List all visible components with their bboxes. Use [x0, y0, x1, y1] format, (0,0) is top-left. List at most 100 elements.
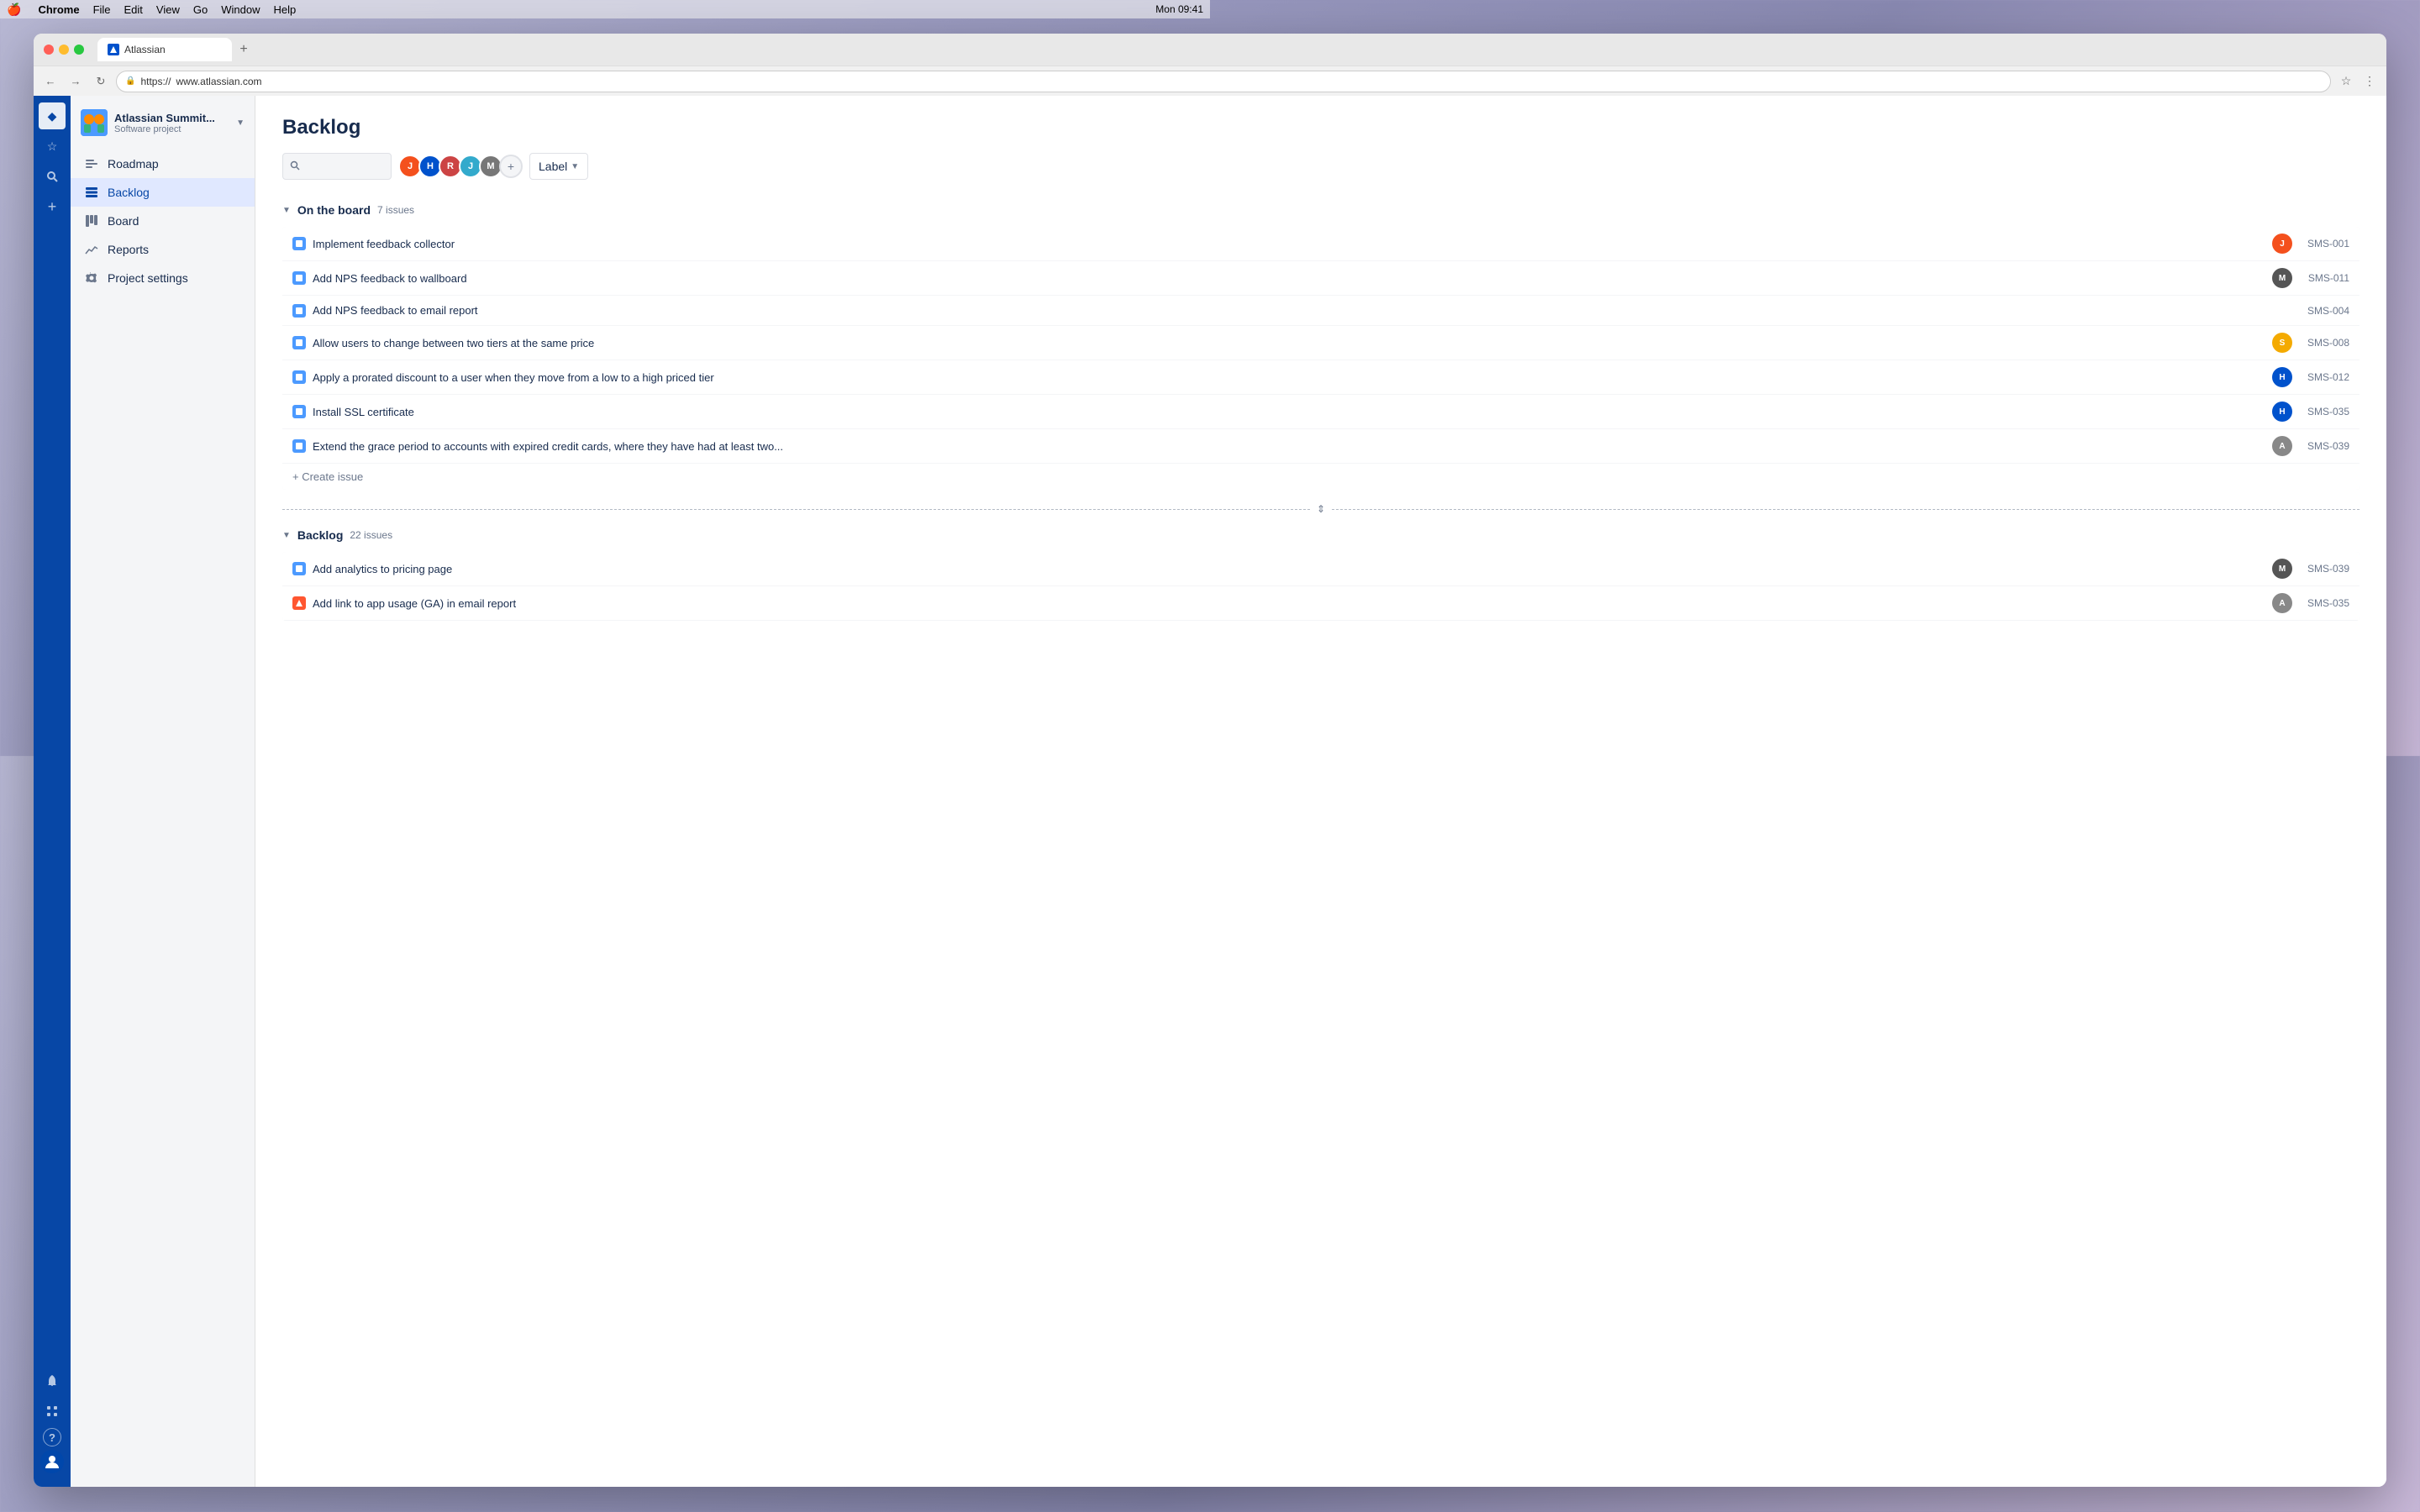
- issue-type-icon: [292, 237, 306, 250]
- section-count-backlog: 22 issues: [350, 529, 392, 541]
- rail-item-home[interactable]: ◆: [39, 102, 66, 129]
- label-dropdown[interactable]: Label ▼: [529, 153, 588, 180]
- board-icon: [84, 213, 99, 228]
- issue-row[interactable]: Extend the grace period to accounts with…: [282, 429, 2360, 464]
- browser-tab[interactable]: Atlassian: [97, 38, 232, 61]
- main-toolbar: J H R J M + Label ▼: [282, 153, 2360, 180]
- more-button[interactable]: ⋮: [2360, 71, 2380, 92]
- rail-item-help[interactable]: ?: [43, 1428, 61, 1446]
- project-avatar: [81, 109, 108, 136]
- sidebar-item-roadmap[interactable]: Roadmap: [71, 150, 255, 178]
- issue-id: SMS-035: [2299, 597, 2349, 609]
- section-title-on-the-board: On the board: [297, 203, 371, 217]
- issue-id: SMS-039: [2299, 440, 2349, 452]
- maximize-button[interactable]: [74, 45, 84, 55]
- sidebar-label-project-settings: Project settings: [108, 271, 188, 285]
- rail-item-star[interactable]: ☆: [39, 133, 66, 160]
- sidebar-item-reports[interactable]: Reports: [71, 235, 255, 264]
- section-backlog: ▼ Backlog 22 issues Add analytics to pri…: [282, 522, 2360, 621]
- menu-help[interactable]: Help: [273, 3, 296, 16]
- issue-title: Apply a prorated discount to a user when…: [313, 371, 2265, 384]
- project-name: Atlassian Summit...: [114, 112, 229, 124]
- search-box[interactable]: [282, 153, 392, 180]
- menubar: 🍎 Chrome File Edit View Go Window Help M…: [0, 0, 1210, 18]
- new-tab-button[interactable]: +: [232, 38, 255, 61]
- rail-item-create[interactable]: +: [39, 193, 66, 220]
- security-icon: 🔒: [125, 76, 135, 86]
- menu-edit[interactable]: Edit: [124, 3, 143, 16]
- section-chevron-backlog: ▼: [282, 531, 291, 540]
- menu-window[interactable]: Window: [221, 3, 260, 16]
- close-button[interactable]: [44, 45, 54, 55]
- label-dropdown-text: Label: [539, 160, 567, 173]
- search-icon: [290, 160, 300, 173]
- issue-row[interactable]: Add NPS feedback to wallboard M SMS-011: [282, 261, 2360, 296]
- issue-id: SMS-012: [2299, 371, 2349, 383]
- sidebar-item-board[interactable]: Board: [71, 207, 255, 235]
- issue-row[interactable]: Add link to app usage (GA) in email repo…: [282, 586, 2360, 621]
- sidebar-item-backlog[interactable]: Backlog: [71, 178, 255, 207]
- issue-row[interactable]: Install SSL certificate H SMS-035: [282, 395, 2360, 429]
- settings-icon: [84, 270, 99, 286]
- section-count-on-the-board: 7 issues: [377, 204, 414, 216]
- browser-toolbar: ← → ↻ 🔒 https:// www.atlassian.com ☆ ⋮: [34, 66, 2386, 96]
- menu-file[interactable]: File: [93, 3, 111, 16]
- sidebar-label-board: Board: [108, 214, 139, 228]
- rail-item-search[interactable]: [39, 163, 66, 190]
- main-content: Backlog J H R J M +: [255, 96, 2386, 1487]
- project-type: Software project: [114, 124, 229, 134]
- page-title: Backlog: [282, 116, 2360, 139]
- menu-view[interactable]: View: [156, 3, 180, 16]
- issue-type-icon: [292, 304, 306, 318]
- section-chevron-on-the-board: ▼: [282, 206, 291, 215]
- tab-title: Atlassian: [124, 44, 166, 55]
- issue-assignee: H: [2272, 367, 2292, 387]
- issue-row[interactable]: Add analytics to pricing page M SMS-039: [282, 552, 2360, 586]
- create-issue-button[interactable]: + Create issue: [282, 464, 2360, 490]
- roadmap-icon: [84, 156, 99, 171]
- issue-list-backlog: Add analytics to pricing page M SMS-039 …: [282, 552, 2360, 621]
- project-info: Atlassian Summit... Software project: [114, 112, 229, 134]
- browser-window: Atlassian + ← → ↻ 🔒 https:// www.atlassi…: [34, 34, 2386, 1487]
- divider-icon: ⇕: [1317, 503, 1325, 515]
- bookmark-button[interactable]: ☆: [2336, 71, 2356, 92]
- rail-item-profile[interactable]: [40, 1450, 64, 1473]
- menu-go[interactable]: Go: [193, 3, 208, 16]
- menu-chrome[interactable]: Chrome: [38, 3, 79, 16]
- issue-id: SMS-001: [2299, 238, 2349, 249]
- rail-item-notifications[interactable]: [39, 1368, 66, 1394]
- avatar-add-button[interactable]: +: [499, 155, 523, 178]
- project-chevron-icon: ▼: [236, 118, 245, 128]
- section-header-backlog[interactable]: ▼ Backlog 22 issues: [282, 522, 2360, 549]
- apple-menu[interactable]: 🍎: [7, 3, 21, 17]
- issue-id: SMS-004: [2299, 305, 2349, 317]
- issue-row[interactable]: Add NPS feedback to email report SMS-004: [282, 296, 2360, 326]
- section-title-backlog: Backlog: [297, 528, 343, 542]
- issue-id: SMS-035: [2299, 406, 2349, 417]
- issue-row[interactable]: Allow users to change between two tiers …: [282, 326, 2360, 360]
- minimize-button[interactable]: [59, 45, 69, 55]
- issue-list-on-the-board: Implement feedback collector J SMS-001 A…: [282, 227, 2360, 490]
- issue-title: Allow users to change between two tiers …: [313, 337, 2265, 349]
- issue-title: Install SSL certificate: [313, 406, 2265, 418]
- rail-item-apps[interactable]: [39, 1398, 66, 1425]
- issue-title: Add NPS feedback to wallboard: [313, 272, 2265, 285]
- forward-button[interactable]: →: [66, 71, 86, 92]
- nav-rail: ◆ ☆ +: [34, 96, 71, 1487]
- reload-button[interactable]: ↻: [91, 71, 111, 92]
- browser-chrome: Atlassian + ← → ↻ 🔒 https:// www.atlassi…: [34, 34, 2386, 96]
- back-button[interactable]: ←: [40, 71, 60, 92]
- issue-title: Implement feedback collector: [313, 238, 2265, 250]
- issue-row[interactable]: Apply a prorated discount to a user when…: [282, 360, 2360, 395]
- issue-assignee: S: [2272, 333, 2292, 353]
- section-header-on-the-board[interactable]: ▼ On the board 7 issues: [282, 197, 2360, 223]
- issue-assignee: J: [2272, 234, 2292, 254]
- project-header[interactable]: Atlassian Summit... Software project ▼: [71, 102, 255, 143]
- sidebar: Atlassian Summit... Software project ▼ R…: [71, 96, 255, 1487]
- address-bar[interactable]: 🔒 https:// www.atlassian.com: [116, 71, 2331, 92]
- avatar-group: J H R J M +: [398, 155, 523, 178]
- issue-row[interactable]: Implement feedback collector J SMS-001: [282, 227, 2360, 261]
- issue-title: Add analytics to pricing page: [313, 563, 2265, 575]
- sidebar-item-project-settings[interactable]: Project settings: [71, 264, 255, 292]
- divider-line-right: [1332, 509, 2360, 510]
